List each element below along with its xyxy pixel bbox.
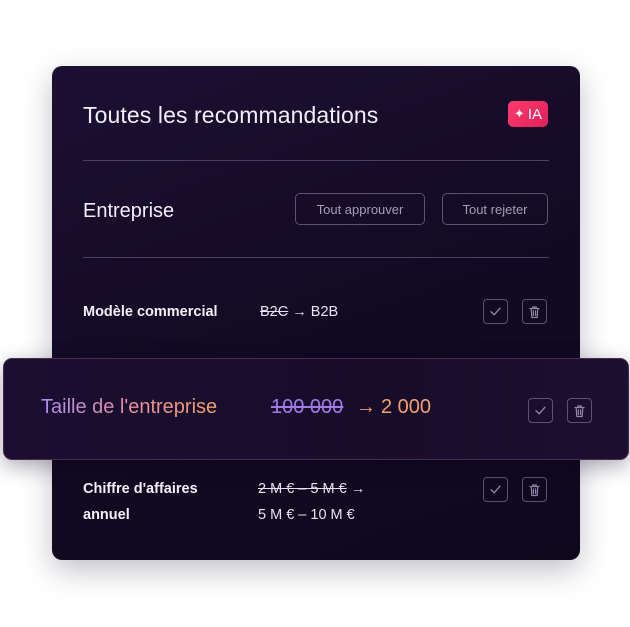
- trash-icon: [529, 483, 540, 496]
- highlighted-recommendation-row: Taille de l'entreprise 100 000 → 2 000: [3, 358, 629, 460]
- trash-icon: [529, 305, 540, 318]
- new-value: 2 000: [381, 396, 432, 418]
- approve-button[interactable]: [483, 299, 508, 324]
- reject-all-button[interactable]: Tout rejeter: [442, 193, 548, 225]
- arrow: →: [292, 304, 307, 320]
- check-icon: [490, 307, 501, 316]
- row-value-annual-revenue: 2 M € – 5 M € → 5 M € – 10 M €: [258, 476, 365, 528]
- row-label-business-model: Modèle commercial: [83, 304, 218, 320]
- trash-icon: [574, 404, 585, 417]
- recommendations-panel: Toutes les recommandations ✦ IA Entrepri…: [52, 66, 580, 560]
- panel-title: Toutes les recommandations: [83, 102, 379, 128]
- divider: [83, 160, 549, 161]
- delete-button[interactable]: [522, 299, 547, 324]
- check-icon: [535, 406, 546, 415]
- check-icon: [490, 485, 501, 494]
- delete-button[interactable]: [522, 477, 547, 502]
- approve-button[interactable]: [528, 398, 553, 423]
- delete-button[interactable]: [567, 398, 592, 423]
- sparkle-icon: ✦: [513, 106, 525, 121]
- old-value: 2 M € – 5 M €: [258, 481, 347, 497]
- approve-all-button[interactable]: Tout approuver: [295, 193, 425, 225]
- divider: [83, 257, 549, 258]
- ai-badge-label: IA: [527, 105, 542, 123]
- old-value: 100 000: [271, 396, 344, 418]
- ai-badge: ✦ IA: [507, 101, 548, 127]
- old-value: B2C: [260, 304, 289, 320]
- new-value: B2B: [310, 304, 339, 320]
- row-label-line: Chiffre d'affaires: [83, 481, 198, 497]
- arrow: →: [356, 396, 376, 418]
- new-value: 5 M € – 10 M €: [258, 507, 355, 523]
- approve-button[interactable]: [483, 477, 508, 502]
- row-label-annual-revenue: Chiffre d'affaires annuel: [83, 476, 198, 528]
- row-label-line: annuel: [83, 507, 130, 523]
- row-value-business-model: B2C → B2B: [260, 299, 338, 325]
- arrow: →: [350, 481, 366, 497]
- section-title: Entreprise: [83, 200, 175, 222]
- row-label-company-size: Taille de l'entreprise: [41, 396, 218, 418]
